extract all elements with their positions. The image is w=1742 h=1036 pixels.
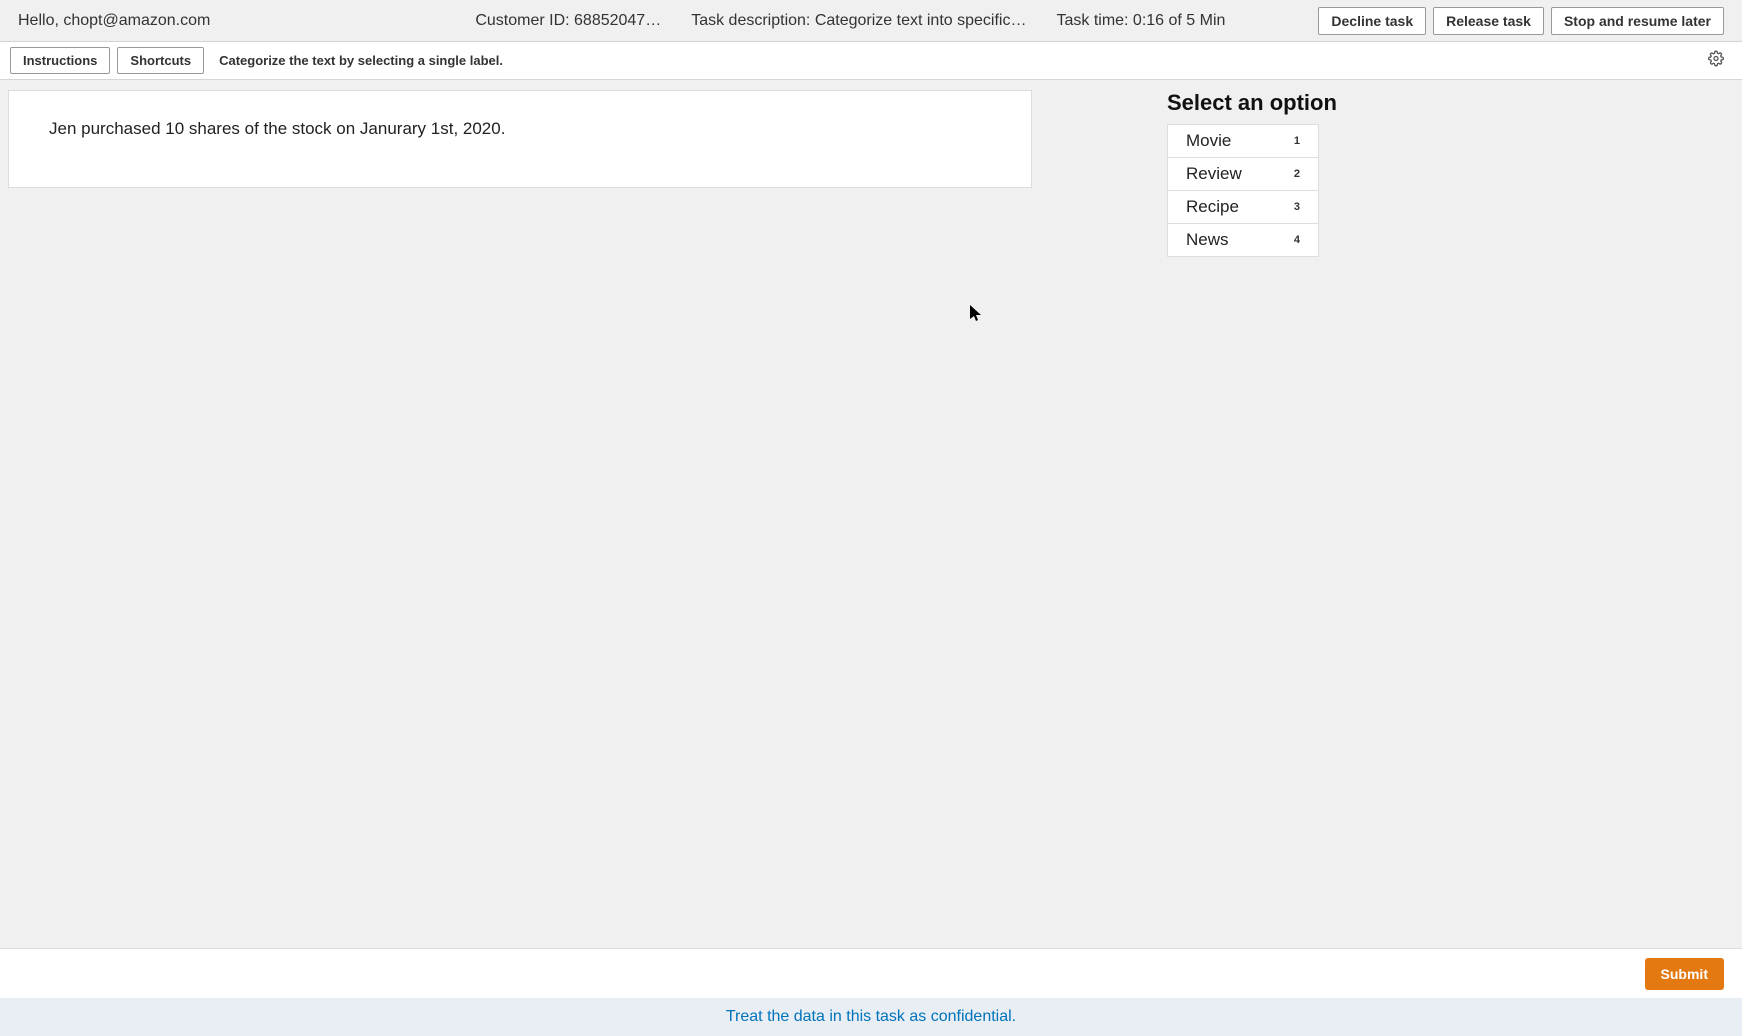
header-center: Customer ID: 68852047… Task description:… [210, 12, 1318, 30]
option-shortcut: 3 [1294, 201, 1300, 213]
prompt-text: Categorize the text by selecting a singl… [219, 53, 503, 68]
option-label: Review [1186, 164, 1242, 184]
option-review[interactable]: Review 2 [1167, 158, 1319, 191]
option-news[interactable]: News 4 [1167, 224, 1319, 257]
stop-resume-button[interactable]: Stop and resume later [1551, 7, 1724, 35]
submit-button[interactable]: Submit [1645, 958, 1724, 990]
option-recipe[interactable]: Recipe 3 [1167, 191, 1319, 224]
instructions-button[interactable]: Instructions [10, 47, 110, 74]
option-shortcut: 1 [1294, 135, 1300, 147]
option-shortcut: 2 [1294, 168, 1300, 180]
confidential-bar: Treat the data in this task as confident… [0, 998, 1742, 1036]
option-label: Movie [1186, 131, 1231, 151]
option-label: News [1186, 230, 1229, 250]
options-panel: Select an option Movie 1 Review 2 Recipe… [1167, 90, 1337, 938]
header-buttons: Decline task Release task Stop and resum… [1318, 7, 1724, 35]
sub-header: Instructions Shortcuts Categorize the te… [0, 42, 1742, 80]
top-header: Hello, chopt@amazon.com Customer ID: 688… [0, 0, 1742, 42]
decline-task-button[interactable]: Decline task [1318, 7, 1426, 35]
option-movie[interactable]: Movie 1 [1167, 124, 1319, 158]
option-label: Recipe [1186, 197, 1239, 217]
options-list: Movie 1 Review 2 Recipe 3 News 4 [1167, 124, 1337, 257]
option-shortcut: 4 [1294, 234, 1300, 246]
gear-icon[interactable] [1708, 50, 1724, 71]
text-to-categorize: Jen purchased 10 shares of the stock on … [8, 90, 1032, 188]
release-task-button[interactable]: Release task [1433, 7, 1544, 35]
customer-id-text: Customer ID: 68852047… [475, 12, 661, 30]
footer-bar: Submit [0, 948, 1742, 998]
main-content: Jen purchased 10 shares of the stock on … [0, 80, 1742, 948]
shortcuts-button[interactable]: Shortcuts [117, 47, 204, 74]
confidential-text: Treat the data in this task as confident… [726, 1008, 1016, 1026]
task-time-text: Task time: 0:16 of 5 Min [1056, 12, 1225, 30]
greeting-text: Hello, chopt@amazon.com [18, 12, 210, 30]
task-description-text: Task description: Categorize text into s… [691, 12, 1026, 30]
options-title: Select an option [1167, 90, 1337, 116]
